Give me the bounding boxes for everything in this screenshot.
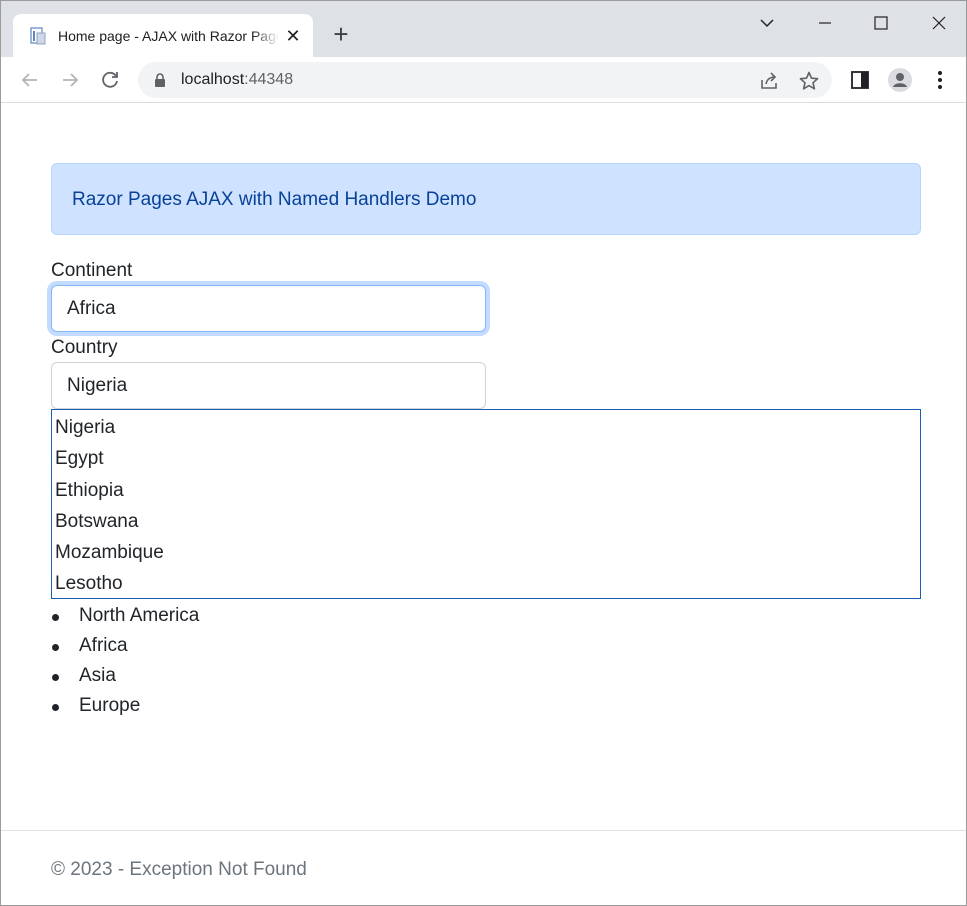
bullet: [52, 644, 59, 651]
country-option-botswana[interactable]: Botswana: [55, 511, 138, 533]
side-panel-icon[interactable]: [847, 67, 873, 93]
continent-input[interactable]: [51, 285, 486, 332]
address-bar[interactable]: localhost:44348: [138, 62, 832, 98]
browser-window: Home page - AJAX with Razor Pages ✕ + lo…: [0, 0, 967, 906]
url-text: localhost:44348: [181, 71, 293, 89]
browser-toolbar: localhost:44348: [1, 57, 966, 103]
favicon-icon: [30, 27, 46, 45]
star-icon[interactable]: [798, 70, 820, 92]
bullet: [52, 704, 59, 711]
minimize-icon[interactable]: [811, 9, 839, 37]
country-input[interactable]: [51, 362, 486, 409]
list-item: Asia: [51, 663, 351, 693]
list-item-text: Africa: [79, 635, 128, 656]
forward-icon[interactable]: [57, 67, 83, 93]
alert-text: Razor Pages AJAX with Named Handlers Dem…: [72, 189, 477, 210]
country-option-nigeria[interactable]: Nigeria: [55, 417, 115, 439]
list-item: Europe: [51, 693, 351, 723]
bullet: [52, 674, 59, 681]
url-host: localhost: [181, 71, 245, 88]
back-icon[interactable]: [17, 67, 43, 93]
country-option-mozambique[interactable]: Mozambique: [55, 542, 164, 564]
footer-text: © 2023 - Exception Not Found: [51, 859, 307, 880]
list-item: North America: [51, 603, 351, 633]
page-content: Razor Pages AJAX with Named Handlers Dem…: [1, 103, 966, 905]
continent-label: Continent: [51, 260, 133, 281]
list-item: Africa: [51, 633, 351, 663]
country-option-ethiopia[interactable]: Ethiopia: [55, 480, 124, 502]
url-port: :44348: [244, 71, 294, 88]
tab-close-button[interactable]: ✕: [283, 26, 303, 46]
footer-divider: [1, 830, 966, 831]
country-label: Country: [51, 337, 118, 358]
maximize-icon[interactable]: [867, 9, 895, 37]
country-option-lesotho[interactable]: Lesotho: [55, 573, 123, 595]
chevron-down-icon[interactable]: [753, 9, 781, 37]
tab-strip: Home page - AJAX with Razor Pages ✕ +: [1, 1, 966, 57]
tab-title: Home page - AJAX with Razor Pages: [58, 28, 278, 44]
reload-icon[interactable]: [97, 67, 123, 93]
browser-tab[interactable]: Home page - AJAX with Razor Pages ✕: [13, 14, 313, 57]
menu-icon[interactable]: [927, 67, 953, 93]
close-icon[interactable]: [925, 9, 953, 37]
new-tab-button[interactable]: +: [327, 21, 355, 49]
country-dropdown[interactable]: Nigeria Egypt Ethiopia Botswana Mozambiq…: [51, 409, 921, 599]
country-option-egypt[interactable]: Egypt: [55, 448, 104, 470]
share-icon[interactable]: [758, 70, 780, 92]
list-item-text: North America: [79, 605, 200, 626]
tab-title-fade: [253, 24, 279, 48]
list-item-text: Asia: [79, 665, 116, 686]
bullet: [52, 614, 59, 621]
list-item-text: Europe: [79, 695, 141, 716]
profile-icon[interactable]: [887, 67, 913, 93]
info-alert: Razor Pages AJAX with Named Handlers Dem…: [51, 163, 921, 235]
lock-icon[interactable]: [152, 72, 168, 88]
